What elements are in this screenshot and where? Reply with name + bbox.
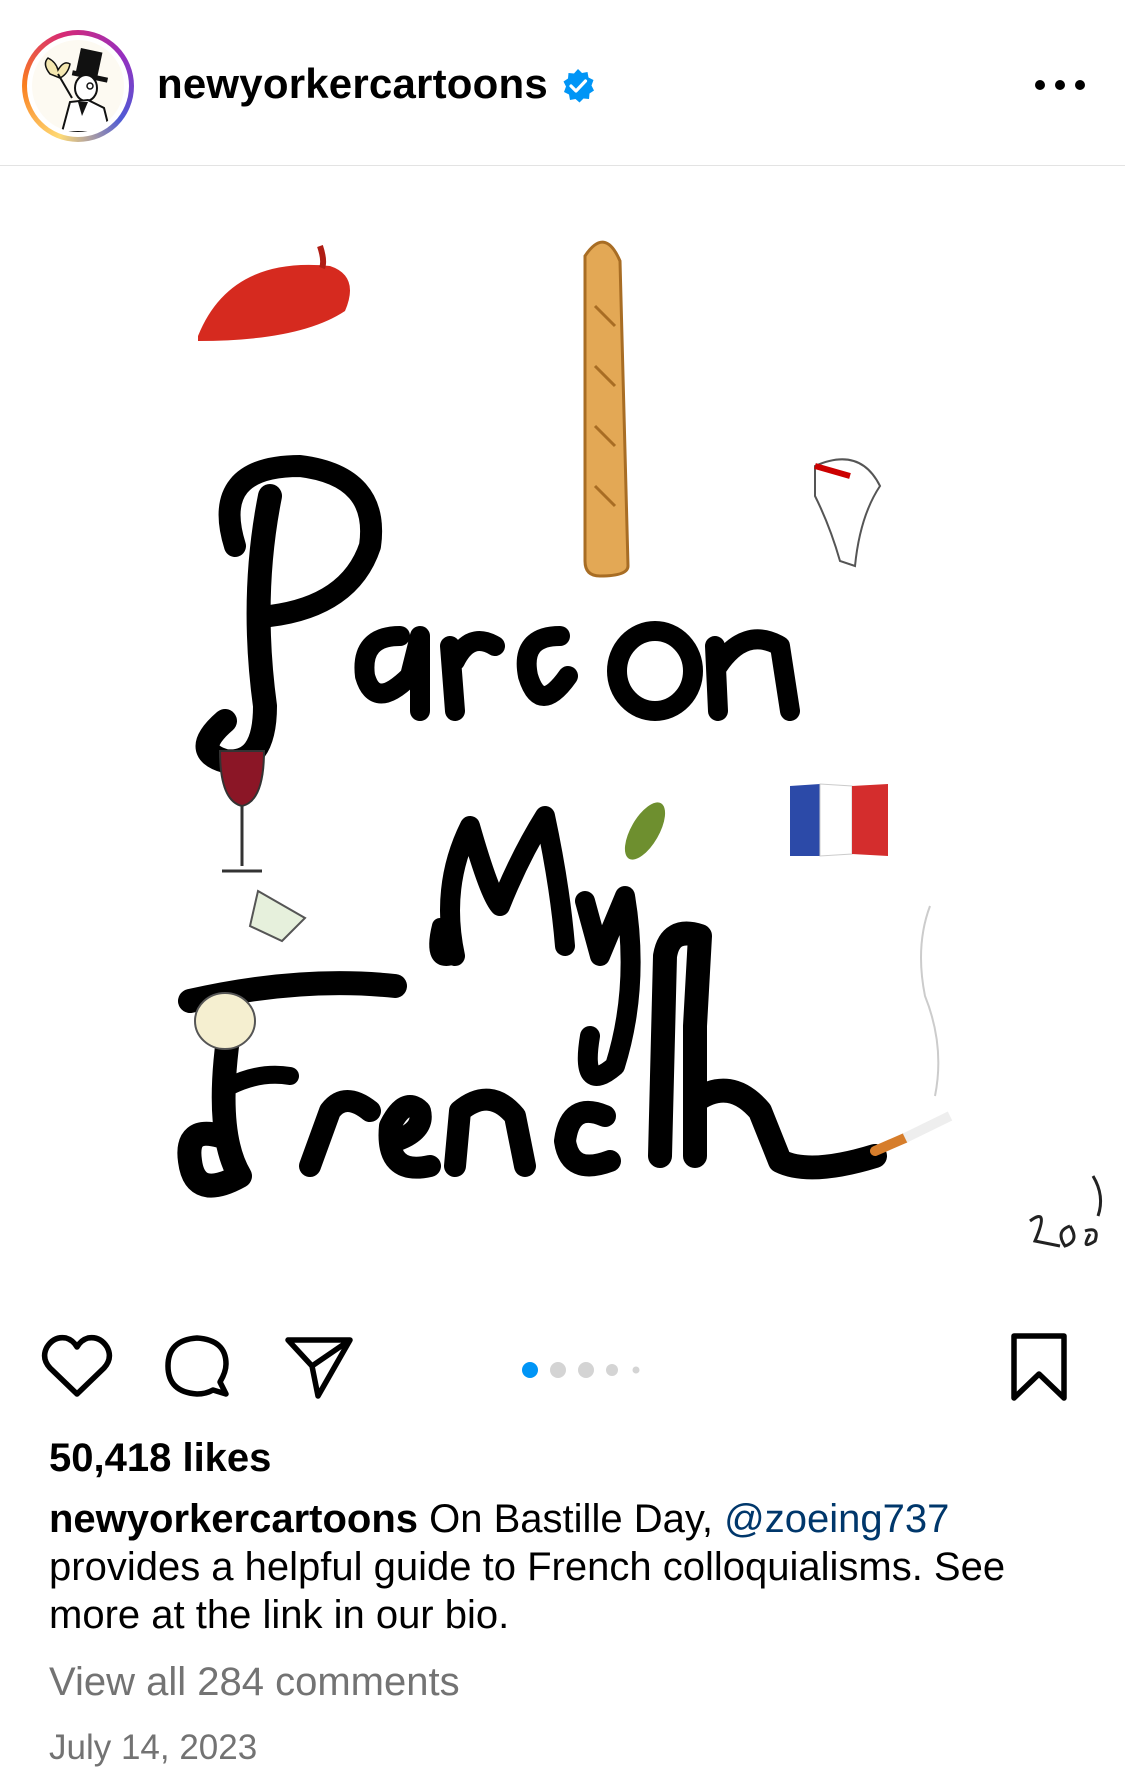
caption-username[interactable]: newyorkercartoons xyxy=(49,1497,418,1541)
heart-icon[interactable] xyxy=(40,1330,114,1404)
caption-text-continued: provides a helpful guide to French collo… xyxy=(49,1545,1006,1637)
post-image[interactable] xyxy=(0,166,1125,1316)
post-header: newyorkercartoons xyxy=(0,0,1125,166)
more-horizontal-icon[interactable] xyxy=(1030,70,1090,100)
carousel-dot xyxy=(632,1366,640,1374)
pardon-my-french-illustration xyxy=(177,240,1103,1248)
post-date: July 14, 2023 xyxy=(49,1728,258,1767)
carousel-dot xyxy=(578,1362,594,1378)
carousel-dot xyxy=(550,1362,566,1378)
action-bar xyxy=(0,1316,1125,1406)
likes-count[interactable]: 50,418 likes xyxy=(49,1436,271,1481)
header-username[interactable]: newyorkercartoons xyxy=(157,60,548,108)
carousel-dot-active xyxy=(522,1362,538,1378)
view-comments-link[interactable]: View all 284 comments xyxy=(49,1660,460,1705)
carousel-dot xyxy=(606,1364,618,1376)
avatar-ring-gap xyxy=(27,35,129,137)
bookmark-icon[interactable] xyxy=(1002,1330,1076,1404)
avatar-story-ring[interactable] xyxy=(22,30,134,142)
avatar[interactable] xyxy=(32,40,124,132)
caption-text: On Bastille Day, xyxy=(429,1497,713,1541)
caption-mention-link[interactable]: @zoeing737 xyxy=(724,1497,949,1541)
send-icon[interactable] xyxy=(282,1330,356,1404)
verified-badge-icon xyxy=(560,68,596,104)
carousel-indicator xyxy=(520,1360,660,1380)
comment-icon[interactable] xyxy=(160,1330,234,1404)
post-caption: newyorkercartoons On Bastille Day, @zoei… xyxy=(49,1495,1069,1639)
eustace-tilley-icon xyxy=(44,47,112,132)
